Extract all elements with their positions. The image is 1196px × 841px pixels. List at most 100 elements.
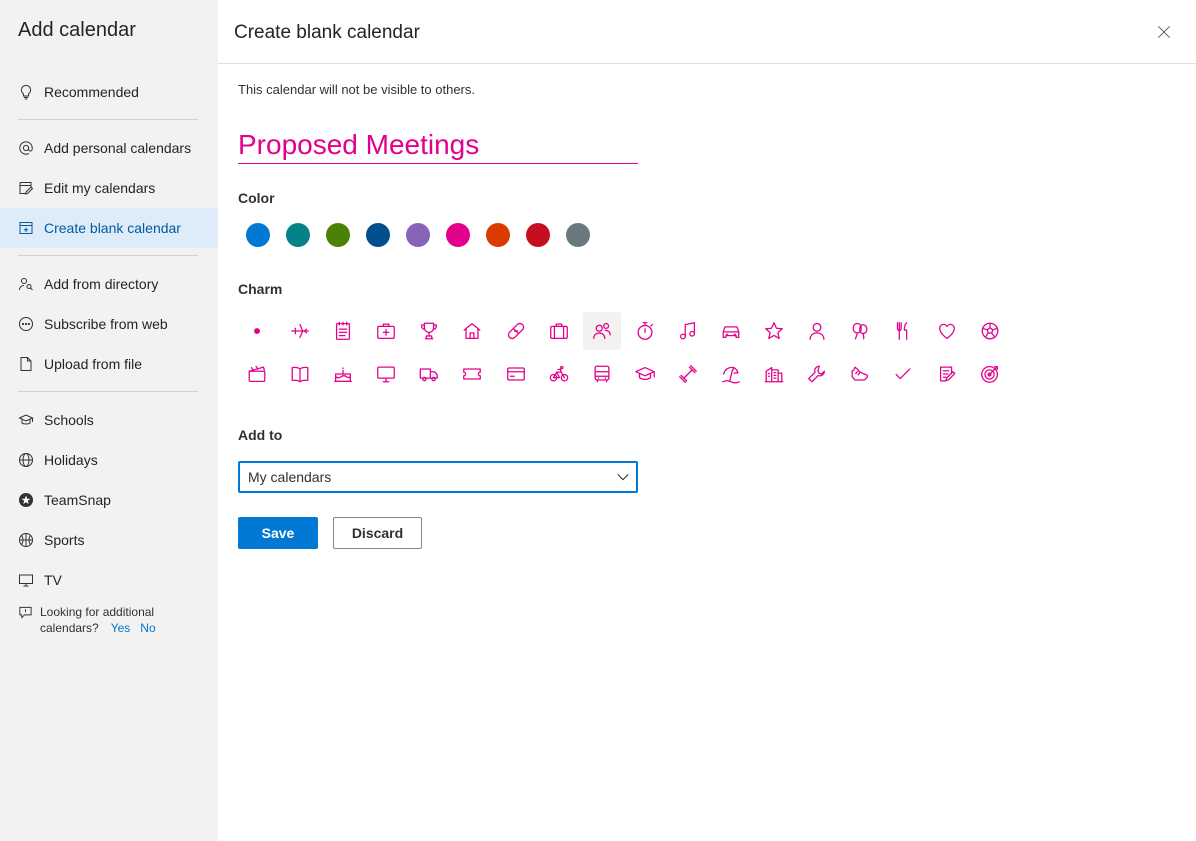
balloons-icon — [852, 322, 868, 340]
color-swatch[interactable] — [246, 223, 270, 247]
charm-soccer-ball-button[interactable] — [971, 312, 1009, 350]
charm-fork-knife-button[interactable] — [884, 312, 922, 350]
charm-trophy-button[interactable] — [410, 312, 448, 350]
color-swatch[interactable] — [526, 223, 550, 247]
charm-row — [238, 312, 1018, 350]
sidebar-item-label: TeamSnap — [44, 492, 111, 508]
credit-card-icon — [506, 367, 525, 381]
charm-birthday-cake-button[interactable] — [324, 355, 362, 393]
save-button[interactable]: Save — [238, 517, 318, 549]
charm-briefcase-button[interactable] — [540, 312, 578, 350]
sidebar-divider — [18, 119, 198, 120]
visibility-note: This calendar will not be visible to oth… — [238, 82, 476, 97]
add-to-dropdown[interactable]: My calendars — [238, 461, 638, 493]
color-picker — [246, 223, 606, 247]
charm-people-button[interactable] — [582, 312, 621, 350]
sidebar-item-edit-my-calendars[interactable]: Edit my calendars — [0, 168, 218, 208]
charm-music-note-button[interactable] — [669, 312, 707, 350]
charm-home-button[interactable] — [453, 312, 491, 350]
charm-car-button[interactable] — [712, 312, 750, 350]
charm-person-button[interactable] — [798, 312, 836, 350]
airplane-icon — [291, 323, 309, 339]
color-swatch[interactable] — [486, 223, 510, 247]
feedback-icon — [18, 604, 34, 636]
sidebar-item-label: Add personal calendars — [44, 140, 192, 156]
sidebar-item-create-blank-calendar[interactable]: Create blank calendar — [0, 208, 218, 248]
tv-icon — [18, 572, 34, 588]
close-button[interactable] — [1154, 22, 1174, 42]
charm-book-button[interactable] — [281, 355, 319, 393]
document-icon — [18, 356, 34, 372]
lightbulb-icon — [18, 84, 34, 100]
charm-notepad-button[interactable] — [324, 312, 362, 350]
charm-wrench-button[interactable] — [798, 355, 836, 393]
sidebar-item-recommended[interactable]: Recommended — [0, 72, 218, 112]
feedback-no-link[interactable]: No — [140, 621, 155, 635]
sidebar-item-sports[interactable]: Sports — [0, 520, 218, 560]
sidebar-item-holidays[interactable]: Holidays — [0, 440, 218, 480]
calendar-add-icon — [18, 220, 34, 236]
target-icon — [980, 366, 998, 383]
sidebar-item-schools[interactable]: Schools — [0, 400, 218, 440]
note-edit-icon — [939, 366, 955, 382]
color-swatch[interactable] — [366, 223, 390, 247]
sidebar-item-label: Schools — [44, 412, 94, 428]
charm-bus-button[interactable] — [583, 355, 621, 393]
bicycle-icon — [549, 365, 569, 382]
charm-beach-button[interactable] — [712, 355, 750, 393]
charm-heart-button[interactable] — [928, 312, 966, 350]
discard-button[interactable]: Discard — [333, 517, 422, 549]
charm-stopwatch-button[interactable] — [626, 312, 664, 350]
sidebar-item-subscribe-from-web[interactable]: Subscribe from web — [0, 304, 218, 344]
charm-city-button[interactable] — [755, 355, 793, 393]
ticket-icon — [463, 368, 482, 380]
sidebar-item-label: Edit my calendars — [44, 180, 156, 196]
page-title: Create blank calendar — [234, 22, 420, 43]
charm-truck-button[interactable] — [410, 355, 448, 393]
color-swatch[interactable] — [566, 223, 590, 247]
charm-dumbbell-button[interactable] — [669, 355, 707, 393]
charm-dot-button[interactable] — [238, 312, 276, 350]
charm-picker — [238, 312, 1018, 398]
truck-icon — [420, 368, 439, 382]
sidebar-item-add-from-directory[interactable]: Add from directory — [0, 264, 218, 304]
checkmark-icon — [895, 368, 911, 380]
panel-header: Create blank calendar — [218, 0, 1196, 64]
charm-credit-card-button[interactable] — [497, 355, 535, 393]
charm-ticket-button[interactable] — [453, 355, 491, 393]
color-swatch[interactable] — [326, 223, 350, 247]
color-swatch[interactable] — [406, 223, 430, 247]
people-search-icon — [18, 276, 34, 292]
main-panel: Create blank calendar This calendar will… — [218, 0, 1196, 841]
clapperboard-icon — [248, 365, 266, 382]
charm-balloons-button[interactable] — [841, 312, 879, 350]
graduation-cap-icon — [635, 366, 655, 381]
charm-graduation-cap-button[interactable] — [626, 355, 664, 393]
charm-sneaker-button[interactable] — [841, 355, 879, 393]
sidebar-item-label: Subscribe from web — [44, 316, 168, 332]
sidebar-item-add-personal-calendars[interactable]: Add personal calendars — [0, 128, 218, 168]
dumbbell-icon — [679, 365, 697, 383]
charm-star-button[interactable] — [755, 312, 793, 350]
basketball-icon — [18, 532, 34, 548]
beach-icon — [722, 366, 740, 384]
charm-bicycle-button[interactable] — [540, 355, 578, 393]
color-swatch[interactable] — [286, 223, 310, 247]
charm-airplane-button[interactable] — [281, 312, 319, 350]
sidebar-item-teamsnap[interactable]: TeamSnap — [0, 480, 218, 520]
sidebar-divider — [18, 391, 198, 392]
sidebar-item-tv[interactable]: TV — [0, 560, 218, 600]
charm-note-edit-button[interactable] — [928, 355, 966, 393]
charm-monitor-button[interactable] — [367, 355, 405, 393]
briefcase-icon — [549, 323, 568, 339]
sidebar-item-upload-from-file[interactable]: Upload from file — [0, 344, 218, 384]
feedback-yes-link[interactable]: Yes — [111, 621, 131, 635]
charm-checkmark-button[interactable] — [884, 355, 922, 393]
charm-clapperboard-button[interactable] — [238, 355, 276, 393]
calendar-name-input[interactable] — [238, 126, 638, 164]
charm-bandage-button[interactable] — [497, 312, 535, 350]
charm-target-button[interactable] — [971, 355, 1009, 393]
charm-first-aid-button[interactable] — [367, 312, 405, 350]
home-icon — [464, 323, 481, 339]
color-swatch[interactable] — [446, 223, 470, 247]
